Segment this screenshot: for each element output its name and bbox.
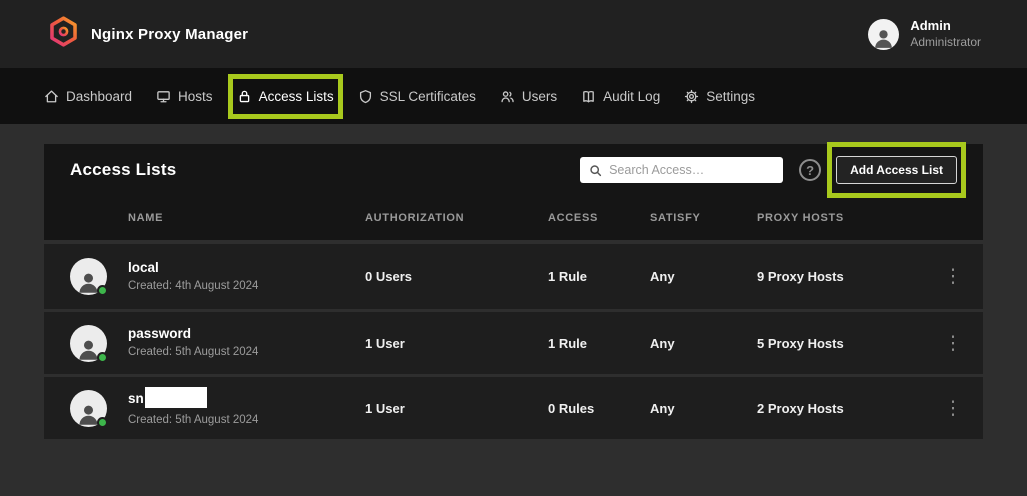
nav-item-label: Audit Log: [603, 89, 660, 104]
access-lists-card: Access Lists ? Add Access List NAME AUTH…: [44, 144, 983, 439]
book-icon: [581, 89, 596, 104]
nav-item-dashboard[interactable]: Dashboard: [44, 89, 132, 104]
nav-item-settings[interactable]: Settings: [684, 89, 755, 104]
column-header-access: ACCESS: [548, 212, 650, 224]
nav-item-label: Access Lists: [259, 89, 334, 104]
shield-icon: [358, 89, 373, 104]
table-row: local Created: 4th August 2024 0 Users 1…: [44, 244, 983, 309]
nav-item-label: Users: [522, 89, 557, 104]
cell-proxy-hosts: 2 Proxy Hosts: [757, 401, 923, 416]
nav-item-ssl-certificates[interactable]: SSL Certificates: [358, 89, 476, 104]
page-title: Access Lists: [70, 160, 176, 180]
table-header-row: NAME AUTHORIZATION ACCESS SATISFY PROXY …: [44, 196, 983, 240]
access-list-name: local: [128, 260, 365, 276]
cell-satisfy: Any: [650, 336, 757, 351]
column-header-satisfy: SATISFY: [650, 212, 757, 224]
nav-item-audit-log[interactable]: Audit Log: [581, 89, 660, 104]
gear-icon: [684, 89, 699, 104]
row-avatar: [70, 325, 107, 362]
user-menu[interactable]: Admin Administrator: [868, 18, 981, 49]
cell-authorization: 1 User: [365, 401, 548, 416]
cell-satisfy: Any: [650, 269, 757, 284]
top-header: Nginx Proxy Manager Admin Administrator: [0, 0, 1027, 68]
column-header-proxy-hosts: PROXY HOSTS: [757, 212, 923, 224]
home-icon: [44, 89, 59, 104]
users-icon: [500, 89, 515, 104]
app-title: Nginx Proxy Manager: [91, 26, 248, 43]
cell-authorization: 1 User: [365, 336, 548, 351]
lock-icon: [237, 89, 252, 104]
redaction-box: [145, 387, 207, 408]
status-dot: [97, 352, 108, 363]
column-header-authorization: AUTHORIZATION: [365, 212, 548, 224]
access-list-created: Created: 5th August 2024: [128, 346, 365, 360]
main-nav: Dashboard Hosts Access Lists SSL Certifi…: [0, 68, 1027, 124]
search-icon: [589, 164, 602, 177]
access-list-created: Created: 5th August 2024: [128, 414, 365, 428]
table-row: sn Created: 5th August 2024 1 User 0 Rul…: [44, 374, 983, 439]
add-access-list-button[interactable]: Add Access List: [836, 156, 957, 184]
nav-item-access-lists[interactable]: Access Lists: [237, 89, 334, 104]
row-avatar: [70, 258, 107, 295]
user-role: Administrator: [910, 35, 981, 50]
kebab-menu-icon[interactable]: ⋮: [923, 267, 983, 286]
card-header: Access Lists ? Add Access List: [44, 144, 983, 196]
status-dot: [97, 417, 108, 428]
access-list-name: sn: [128, 389, 365, 410]
table-body: local Created: 4th August 2024 0 Users 1…: [44, 244, 983, 439]
cell-authorization: 0 Users: [365, 269, 548, 284]
monitor-icon: [156, 89, 171, 104]
user-name: Admin: [910, 18, 981, 34]
kebab-menu-icon[interactable]: ⋮: [923, 334, 983, 353]
brand: Nginx Proxy Manager: [48, 16, 248, 52]
cell-proxy-hosts: 5 Proxy Hosts: [757, 336, 923, 351]
nav-item-users[interactable]: Users: [500, 89, 557, 104]
status-dot: [97, 285, 108, 296]
access-list-created: Created: 4th August 2024: [128, 280, 365, 294]
kebab-menu-icon[interactable]: ⋮: [923, 399, 983, 418]
cell-satisfy: Any: [650, 401, 757, 416]
help-icon[interactable]: ?: [799, 159, 821, 181]
nav-item-label: SSL Certificates: [380, 89, 476, 104]
search-input[interactable]: [609, 163, 774, 177]
row-avatar: [70, 390, 107, 427]
cell-access: 0 Rules: [548, 401, 650, 416]
access-list-name: password: [128, 326, 365, 342]
cell-proxy-hosts: 9 Proxy Hosts: [757, 269, 923, 284]
cell-access: 1 Rule: [548, 336, 650, 351]
search-box: [580, 157, 783, 183]
column-header-name: NAME: [128, 212, 365, 224]
app-logo-icon: [48, 16, 79, 52]
nav-item-label: Settings: [706, 89, 755, 104]
nav-item-hosts[interactable]: Hosts: [156, 89, 213, 104]
main-content: Access Lists ? Add Access List NAME AUTH…: [0, 124, 1027, 439]
nav-item-label: Hosts: [178, 89, 213, 104]
table-row: password Created: 5th August 2024 1 User…: [44, 309, 983, 374]
user-avatar: [868, 19, 899, 50]
nav-item-label: Dashboard: [66, 89, 132, 104]
cell-access: 1 Rule: [548, 269, 650, 284]
